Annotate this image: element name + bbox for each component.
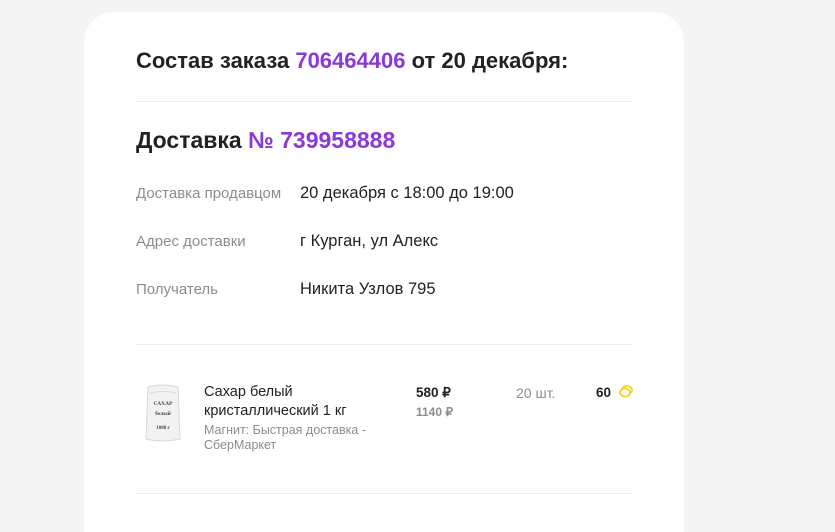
address-label: Адрес доставки (136, 233, 246, 250)
order-title-prefix: Состав заказа (136, 48, 290, 73)
coin-icon (619, 385, 633, 398)
order-card: Состав заказа 706464406 от 20 декабря: Д… (84, 12, 684, 532)
divider (136, 344, 632, 345)
order-title: Состав заказа 706464406 от 20 декабря: (136, 48, 568, 74)
delivery-number-link[interactable]: № 739958888 (248, 127, 395, 153)
delivery-method-label: Доставка продавцом (136, 185, 282, 202)
bonus-points: 60 (596, 385, 612, 400)
product-image[interactable]: САХАР белый 1000 г (144, 383, 182, 443)
recipient-label: Получатель (136, 281, 218, 298)
product-old-price: 1140 ₽ (416, 405, 454, 419)
product-name-link[interactable]: Сахар белый кристаллический 1 кг (204, 383, 394, 421)
divider (136, 493, 632, 494)
delivery-title-prefix: Доставка (136, 127, 242, 153)
product-image-text-3: 1000 г (156, 426, 170, 431)
product-image-text-1: САХАР (154, 401, 174, 407)
order-number-link[interactable]: 706464406 (295, 48, 405, 73)
product-seller: Магнит: Быстрая доставка - СберМаркет (204, 423, 366, 452)
recipient-value: Никита Узлов 795 (300, 280, 436, 298)
address-value: г Курган, ул Алекс (300, 232, 439, 250)
order-title-suffix: от 20 декабря: (411, 48, 569, 73)
delivery-time-value: 20 декабря с 18:00 до 19:00 (300, 184, 514, 202)
product-image-text-2: белый (155, 410, 171, 417)
divider (136, 101, 632, 102)
product-price: 580 ₽ (416, 385, 451, 400)
delivery-title: Доставка № 739958888 (136, 127, 395, 154)
product-quantity: 20 шт. (516, 385, 556, 401)
